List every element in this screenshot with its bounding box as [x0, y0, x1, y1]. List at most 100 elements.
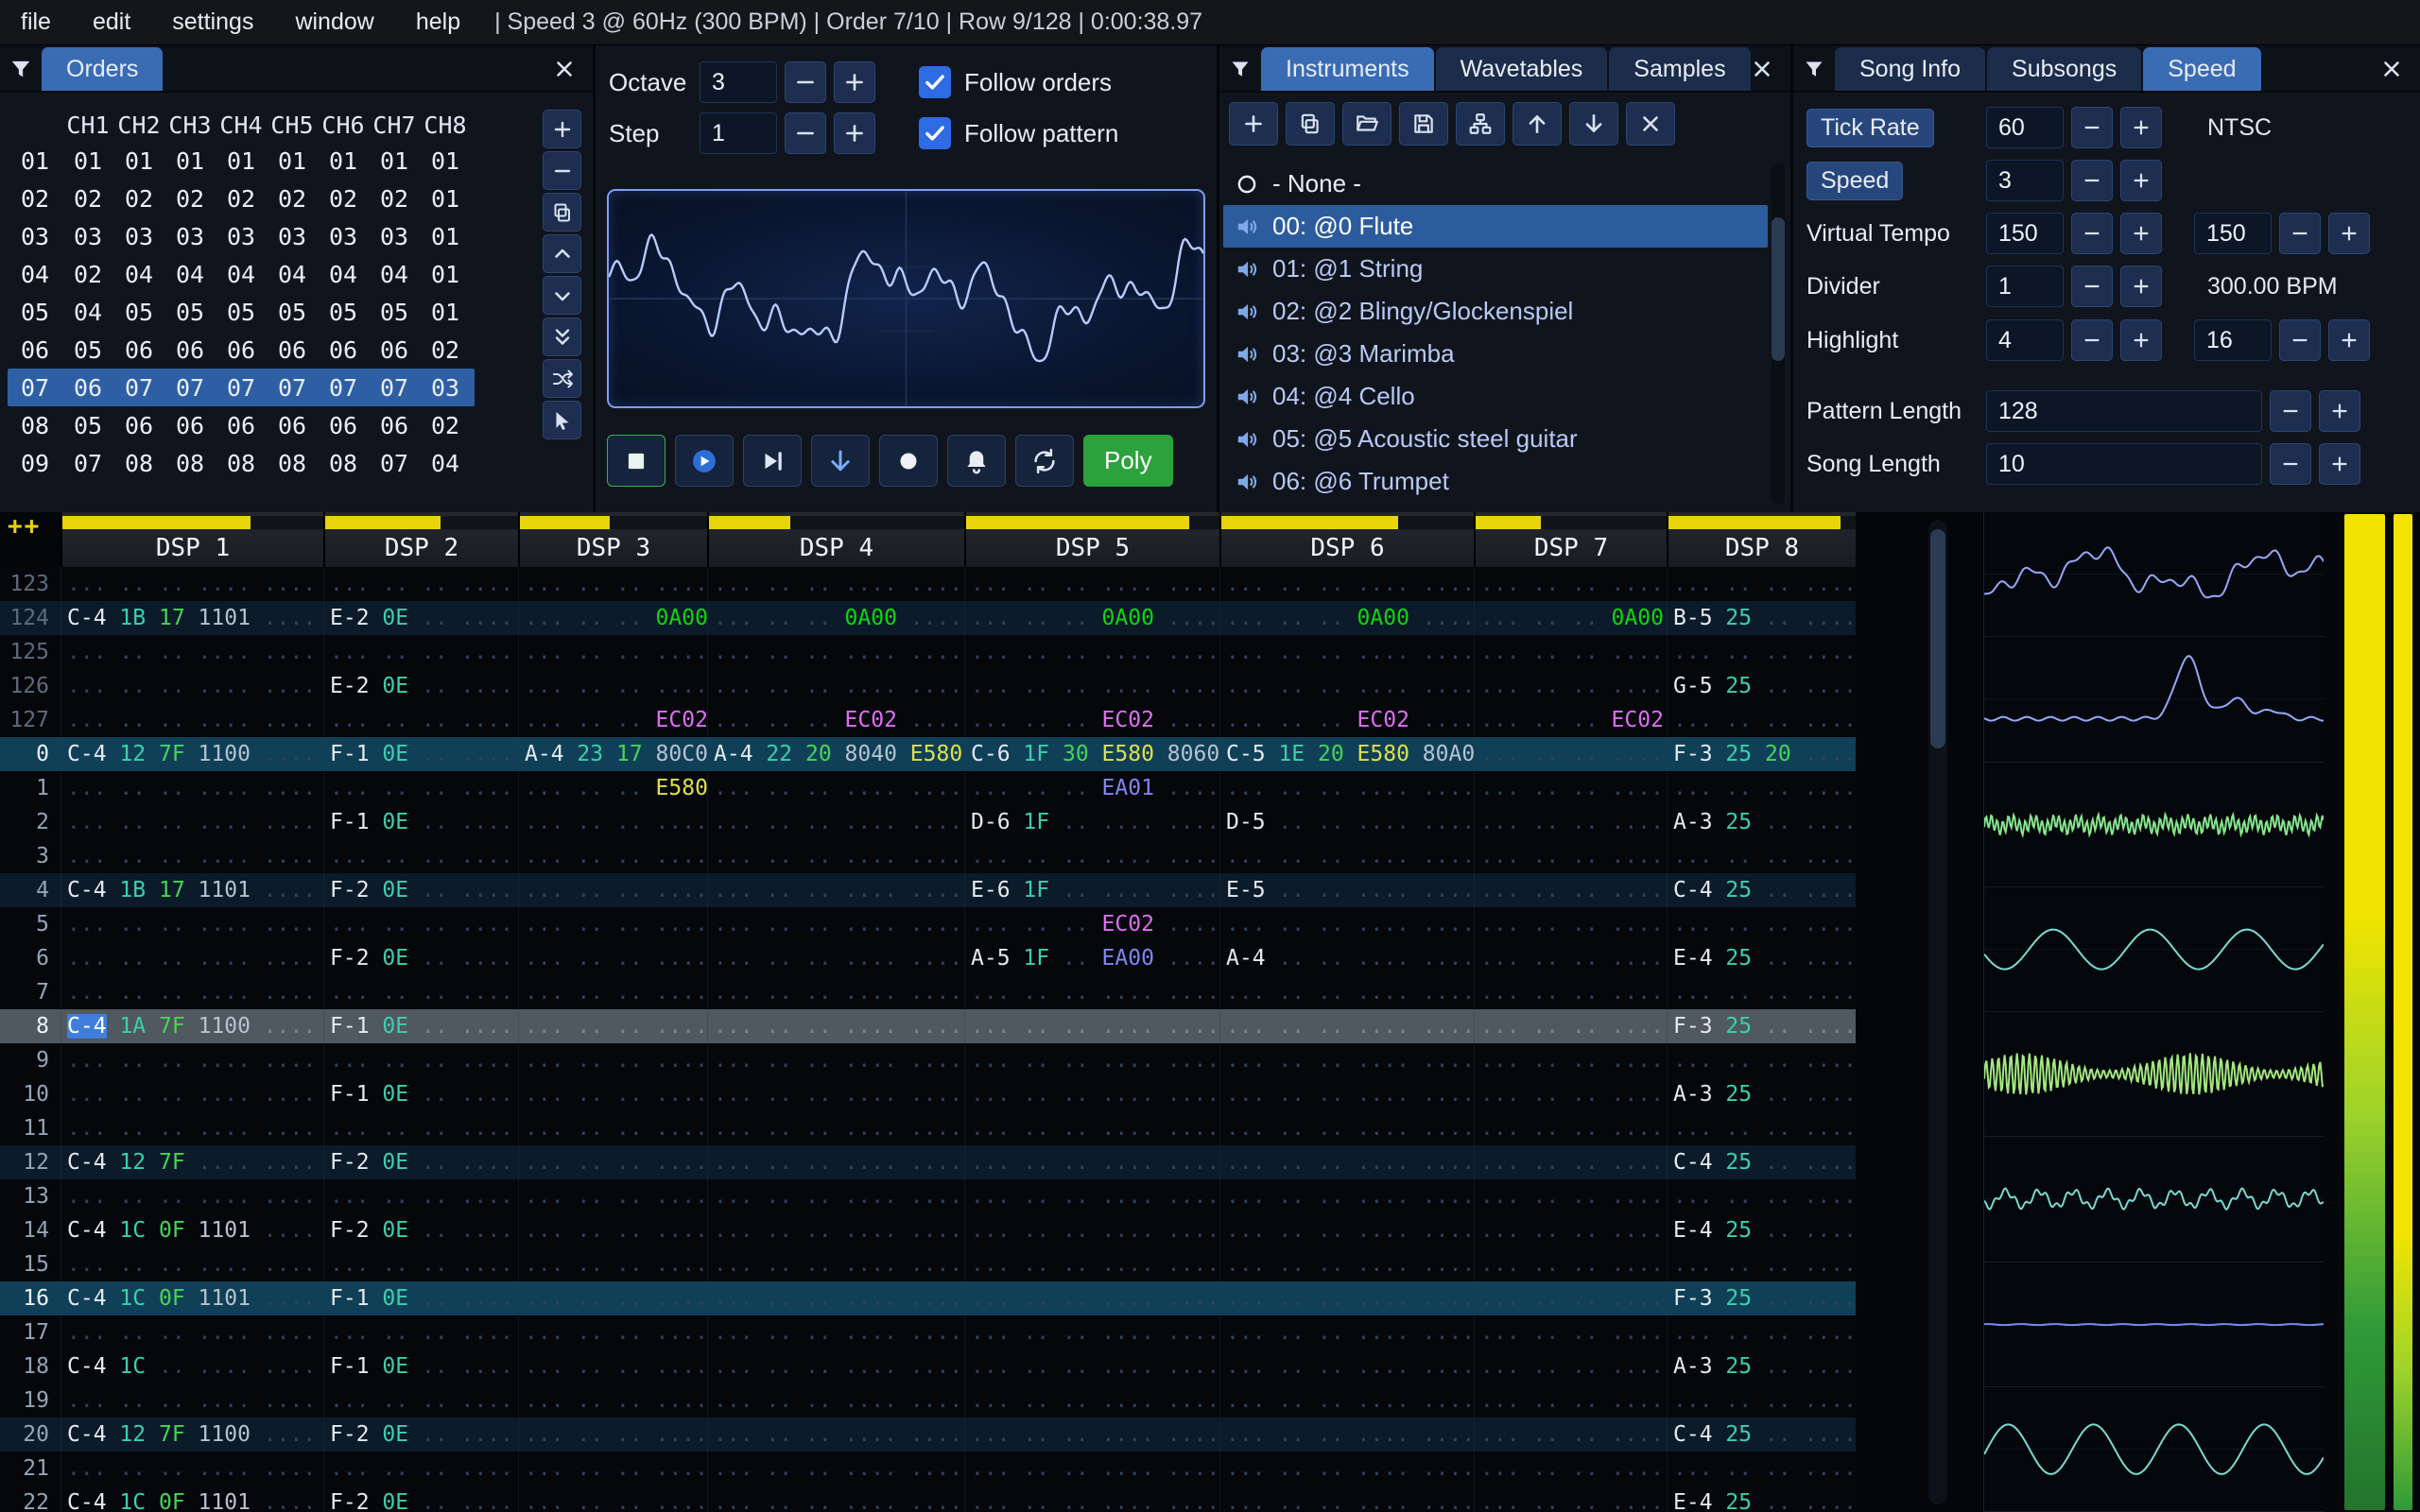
pattern-cell[interactable]: ... .. .. ....	[1474, 1213, 1667, 1247]
pattern-cell[interactable]: ... .. .. ....	[1474, 873, 1667, 907]
pattern-cell[interactable]: ... .. .. ....	[1667, 703, 1856, 737]
pattern-cell[interactable]: C-4 1A 7F 1100 ....	[60, 1009, 323, 1043]
virtual-tempo-decrease-button-2[interactable]	[2279, 213, 2321, 254]
menu-window[interactable]: window	[274, 9, 394, 36]
order-cell[interactable]: 07	[369, 374, 420, 402]
channel-header-dsp-3[interactable]: DSP 3	[518, 512, 707, 567]
channel-header-dsp-8[interactable]: DSP 8	[1667, 512, 1856, 567]
order-cell[interactable]: 01	[267, 147, 318, 175]
tick-rate-input[interactable]: 60	[1986, 107, 2064, 148]
tick-rate-increase-button[interactable]	[2120, 107, 2162, 148]
pattern-cell[interactable]: ... .. .. ....	[518, 839, 707, 873]
pattern-cell[interactable]: ... .. .. ....	[518, 1383, 707, 1418]
order-row-number[interactable]: 09	[8, 450, 62, 477]
pattern-cell[interactable]: ... .. .. ....	[1667, 1315, 1856, 1349]
order-row-04[interactable]: 04 02 04 04 04 04 04 04 01	[8, 255, 475, 293]
pattern-cell[interactable]: ... .. .. .... ....	[964, 1077, 1219, 1111]
follow-orders-checkbox[interactable]	[919, 66, 951, 98]
pattern-cell[interactable]: E-4 25 .. ....	[1667, 1213, 1856, 1247]
order-cell[interactable]: 02	[318, 185, 369, 213]
pattern-cell[interactable]: ... .. .. .... ....	[60, 1383, 323, 1418]
order-cell[interactable]: 04	[216, 261, 267, 288]
pattern-cell[interactable]: ... .. .. ....	[518, 1111, 707, 1145]
pattern-cell[interactable]: ... .. .. .... ....	[707, 1145, 964, 1179]
order-cell[interactable]: 01	[420, 185, 471, 213]
pattern-cell[interactable]: ... .. .. .... ....	[707, 1486, 964, 1512]
order-row-01[interactable]: 01 01 01 01 01 01 01 01 01	[8, 142, 475, 180]
pattern-cell[interactable]: ... .. .. ....	[323, 703, 518, 737]
pattern-cell[interactable]: ... .. .. ....	[518, 1315, 707, 1349]
divider-input[interactable]: 1	[1986, 266, 2064, 307]
order-cell[interactable]: 05	[164, 299, 216, 326]
pattern-cell[interactable]: C-4 25 .. ....	[1667, 873, 1856, 907]
channel-header-dsp-6[interactable]: DSP 6	[1219, 512, 1474, 567]
pattern-cell[interactable]: ... .. .. .... ....	[707, 669, 964, 703]
order-cell[interactable]: 03	[267, 223, 318, 250]
order-cell[interactable]: 01	[216, 147, 267, 175]
pattern-cell[interactable]: ... .. .. ....	[518, 1145, 707, 1179]
tab-orders[interactable]: Orders	[42, 47, 164, 91]
pattern-cell[interactable]: C-4 1B 17 1101 ....	[60, 601, 323, 635]
pattern-cell[interactable]: ... .. .. .... ....	[964, 839, 1219, 873]
pattern-cell[interactable]: ... .. .. ....	[1474, 1349, 1667, 1383]
order-cell[interactable]: 03	[62, 223, 113, 250]
pattern-cell[interactable]: ... .. .. .... ....	[707, 1077, 964, 1111]
pattern-cell[interactable]: ... .. .. .... ....	[1219, 1281, 1474, 1315]
pattern-cell[interactable]: ... .. .. .... ....	[60, 1179, 323, 1213]
pattern-cell[interactable]: E-4 25 .. ....	[1667, 941, 1856, 975]
pattern-cell[interactable]: ... .. .. .... ....	[964, 1043, 1219, 1077]
order-cell[interactable]: 08	[164, 450, 216, 477]
pattern-cell[interactable]: ... .. .. ....	[323, 907, 518, 941]
pattern-cell[interactable]: ... .. .. ....	[518, 669, 707, 703]
order-cell[interactable]: 05	[113, 299, 164, 326]
open-instrument-button[interactable]	[1342, 102, 1392, 146]
virtual-tempo-increase-button[interactable]	[2120, 213, 2162, 254]
instrument-item-00[interactable]: 00: @0 Flute	[1223, 205, 1768, 248]
octave-input[interactable]: 3	[700, 61, 777, 103]
speed-label[interactable]: Speed	[1806, 161, 1904, 200]
octave-decrease-button[interactable]	[785, 61, 826, 103]
order-cell[interactable]: 02	[216, 185, 267, 213]
speed-decrease-button[interactable]	[2071, 160, 2113, 201]
pattern-cell[interactable]: F-2 0E .. ....	[323, 1145, 518, 1179]
pattern-cell[interactable]: ... .. .. ....	[1667, 1247, 1856, 1281]
pattern-cell[interactable]: ... .. .. .... ....	[60, 1247, 323, 1281]
remove-order-button[interactable]	[543, 151, 581, 190]
pattern-cell[interactable]: ... .. .. .... ....	[1219, 1043, 1474, 1077]
orders-close-button[interactable]	[545, 45, 583, 93]
order-cell[interactable]: 01	[420, 147, 471, 175]
pattern-cell[interactable]: ... .. .. ....	[1474, 941, 1667, 975]
pattern-cell[interactable]: ... .. .. .... ....	[60, 941, 323, 975]
pattern-cell[interactable]: ... .. .. .... ....	[1219, 1009, 1474, 1043]
pattern-cell[interactable]: ... .. .. ....	[1667, 839, 1856, 873]
pattern-cell[interactable]: ... .. .. .... ....	[1219, 1111, 1474, 1145]
pattern-cell[interactable]: ... .. .. ....	[323, 635, 518, 669]
pattern-cell[interactable]: ... .. .. ....	[518, 1247, 707, 1281]
pattern-cell[interactable]: ... .. .. E580	[518, 771, 707, 805]
pattern-cell[interactable]: ... .. .. ....	[518, 567, 707, 601]
metronome-button[interactable]	[947, 435, 1006, 487]
pattern-cell[interactable]: ... .. .. ....	[518, 635, 707, 669]
instrument-list-scrollbar[interactable]	[1772, 163, 1785, 505]
pattern-cell[interactable]: ... .. .. EC02 ....	[707, 703, 964, 737]
pattern-cell[interactable]: ... .. .. .... ....	[964, 1486, 1219, 1512]
pattern-cell[interactable]: ... .. .. 0A00	[1474, 601, 1667, 635]
pattern-length-increase-button[interactable]	[2319, 390, 2360, 432]
pattern-cell[interactable]: G-5 25 .. ....	[1667, 669, 1856, 703]
order-cell[interactable]: 08	[318, 450, 369, 477]
pattern-cell[interactable]: ... .. .. 0A00	[518, 601, 707, 635]
tab-instruments[interactable]: Instruments	[1261, 47, 1434, 91]
order-cell[interactable]: 08	[216, 450, 267, 477]
order-cell[interactable]: 01	[318, 147, 369, 175]
pattern-cell[interactable]: ... .. .. ....	[518, 1452, 707, 1486]
tick-rate-decrease-button[interactable]	[2071, 107, 2113, 148]
pattern-cell[interactable]: ... .. .. ....	[1474, 1486, 1667, 1512]
move-order-down-button[interactable]	[543, 276, 581, 315]
pattern-cell[interactable]: A-3 25 .. ....	[1667, 805, 1856, 839]
order-cell[interactable]: 02	[420, 412, 471, 439]
pattern-cell[interactable]: ... .. .. EC02 ....	[964, 907, 1219, 941]
pattern-cell[interactable]: ... .. .. .... ....	[964, 1247, 1219, 1281]
virtual-tempo-increase-button-2[interactable]	[2328, 213, 2370, 254]
channel-header-dsp-7[interactable]: DSP 7	[1474, 512, 1667, 567]
pattern-cell[interactable]: ... .. .. ....	[323, 1043, 518, 1077]
